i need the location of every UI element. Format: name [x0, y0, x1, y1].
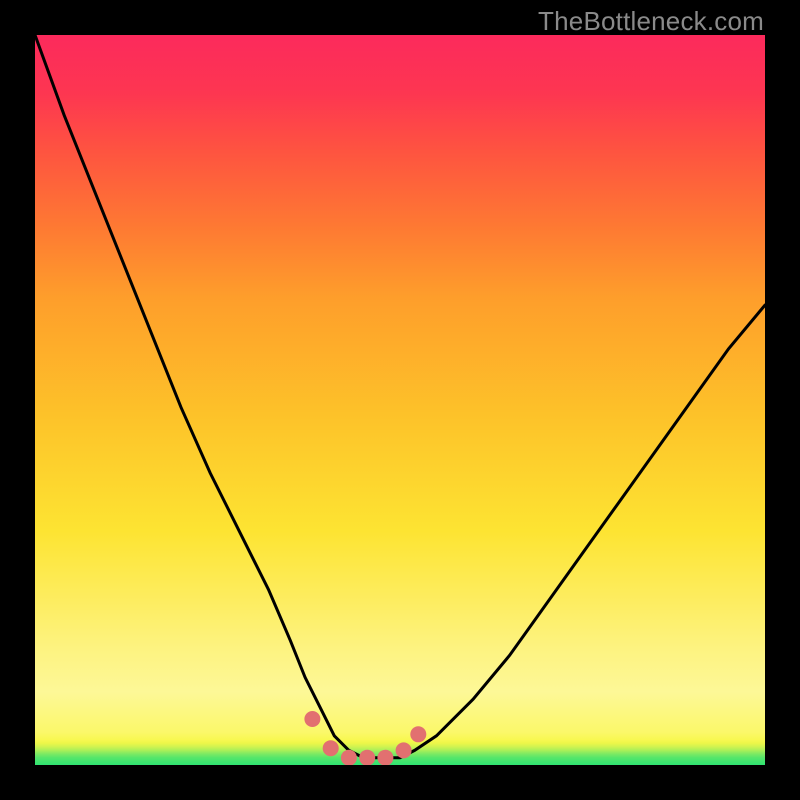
- chart-frame: TheBottleneck.com: [0, 0, 800, 800]
- bottleneck-markers: [304, 711, 426, 765]
- watermark-text: TheBottleneck.com: [538, 6, 764, 37]
- curve-marker: [323, 740, 339, 756]
- curve-marker: [304, 711, 320, 727]
- curve-marker: [410, 726, 426, 742]
- curve-marker: [341, 750, 357, 765]
- plot-area: [35, 35, 765, 765]
- curve-marker: [359, 750, 375, 765]
- curve-marker: [377, 750, 393, 765]
- curve-marker: [396, 742, 412, 758]
- bottleneck-curve: [35, 35, 765, 758]
- chart-svg: [35, 35, 765, 765]
